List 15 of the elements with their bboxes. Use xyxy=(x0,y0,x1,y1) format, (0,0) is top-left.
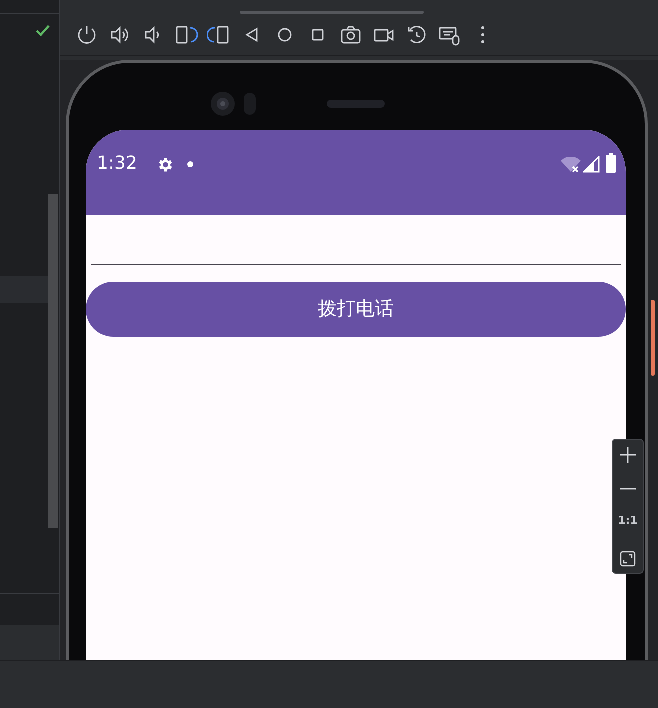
call-button[interactable]: 拨打电话 xyxy=(86,282,626,337)
battery-icon xyxy=(606,153,616,173)
fit-screen-icon[interactable] xyxy=(620,551,636,567)
zoom-reset-button[interactable]: 1:1 xyxy=(618,514,638,528)
zoom-in-icon[interactable] xyxy=(619,446,637,464)
wifi-off-icon xyxy=(561,157,581,173)
drag-handle[interactable] xyxy=(240,11,424,14)
status-time: 1:32 xyxy=(97,153,138,175)
signal-icon xyxy=(583,156,600,173)
scrollbar[interactable] xyxy=(651,300,655,376)
check-icon xyxy=(36,25,50,36)
scrollbar[interactable] xyxy=(48,194,58,528)
zoom-out-icon[interactable] xyxy=(619,487,637,491)
notification-dot-icon xyxy=(187,161,194,168)
speaker-icon xyxy=(327,100,385,108)
